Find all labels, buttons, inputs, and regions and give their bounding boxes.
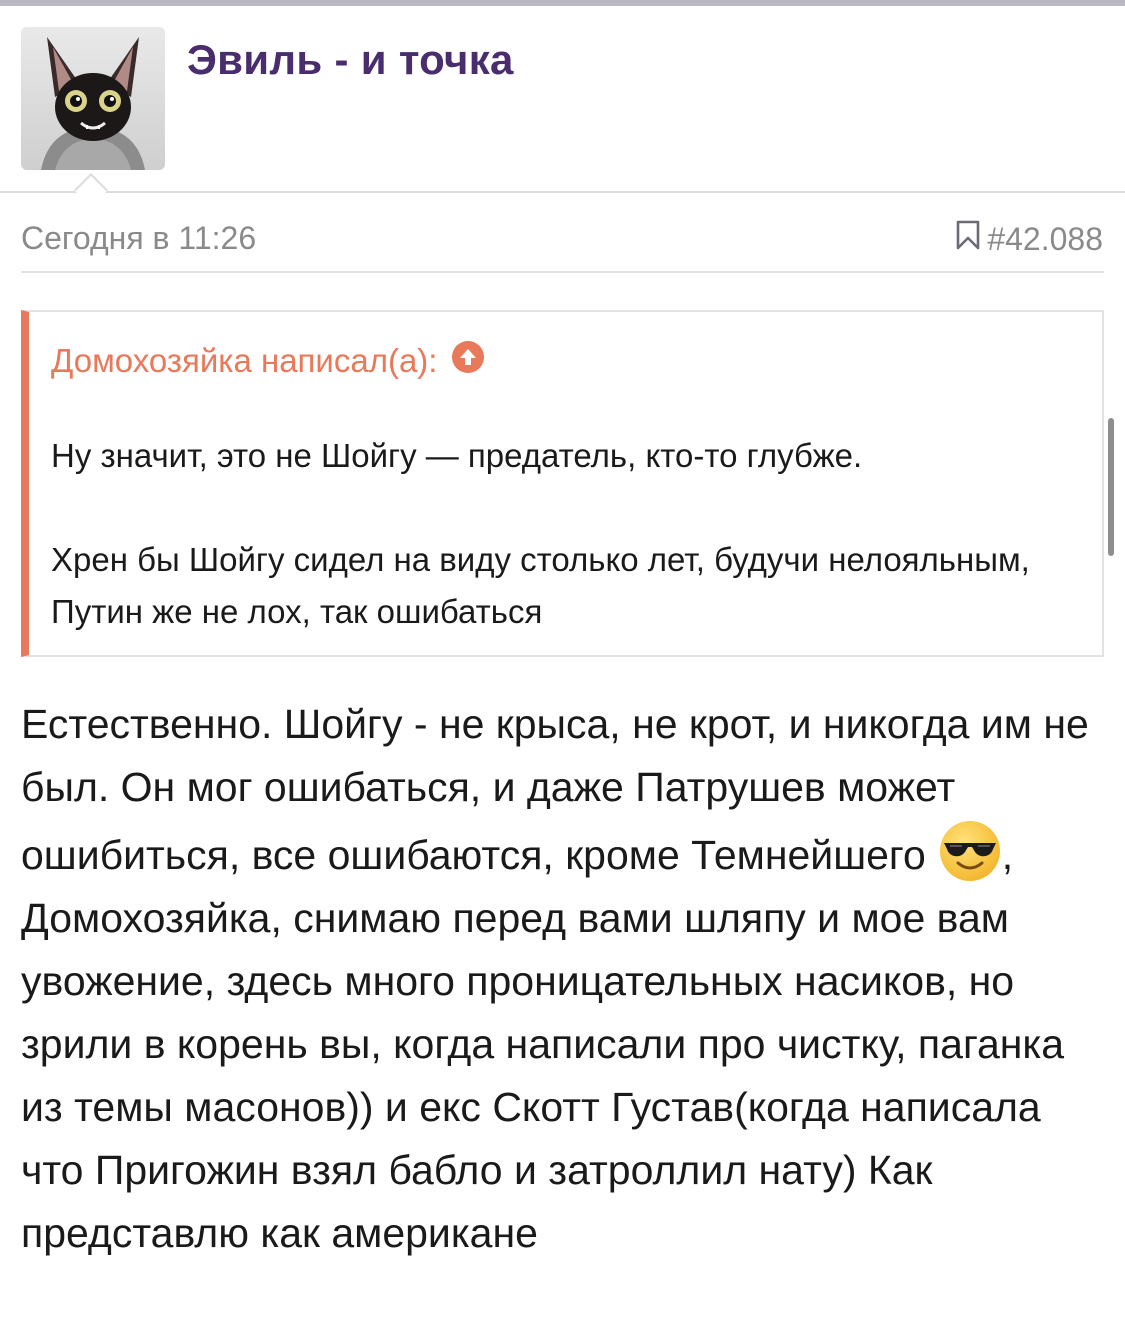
meta-divider (21, 271, 1104, 273)
cat-avatar-image (21, 27, 165, 170)
scrollbar-thumb[interactable] (1108, 418, 1114, 556)
header-divider (0, 191, 1125, 193)
arrow-up-circle-icon[interactable] (451, 340, 485, 382)
message-body: Естественно. Шойгу - не крыса, не крот, … (21, 693, 1111, 1265)
quote-header[interactable]: Домохозяйка написал(а): (51, 340, 485, 382)
message-text: Естественно. Шойгу - не крыса, не крот, … (21, 701, 1089, 878)
top-edge (0, 0, 1125, 6)
post-number: #42.088 (987, 220, 1103, 257)
post-number-link[interactable]: #42.088 (955, 220, 1103, 258)
post-date[interactable]: Сегодня в 11:26 (21, 220, 256, 257)
quote-author: Домохозяйка написал(а): (51, 342, 438, 379)
message-text-tail: , (1001, 832, 1014, 878)
quote-paragraph: Хрен бы Шойгу сидел на виду столько лет,… (51, 541, 1030, 630)
message-paragraph: Домохозяйка, снимаю перед вами шляпу и м… (21, 895, 1065, 1256)
quote-block: Домохозяйка написал(а): Ну значит, это н… (21, 310, 1104, 657)
bookmark-icon[interactable] (955, 220, 981, 258)
message-paragraph: Естественно. Шойгу - не крыса, не крот, … (21, 693, 1111, 887)
smiling-face-with-sunglasses-emoji (938, 819, 1002, 883)
author-name[interactable]: Эвиль - и точка (187, 36, 514, 84)
quote-paragraph: Ну значит, это не Шойгу — предатель, кто… (51, 437, 863, 474)
avatar[interactable] (21, 27, 165, 170)
quote-body: Ну значит, это не Шойгу — предатель, кто… (51, 430, 1091, 638)
header-divider-pointer (74, 173, 108, 207)
